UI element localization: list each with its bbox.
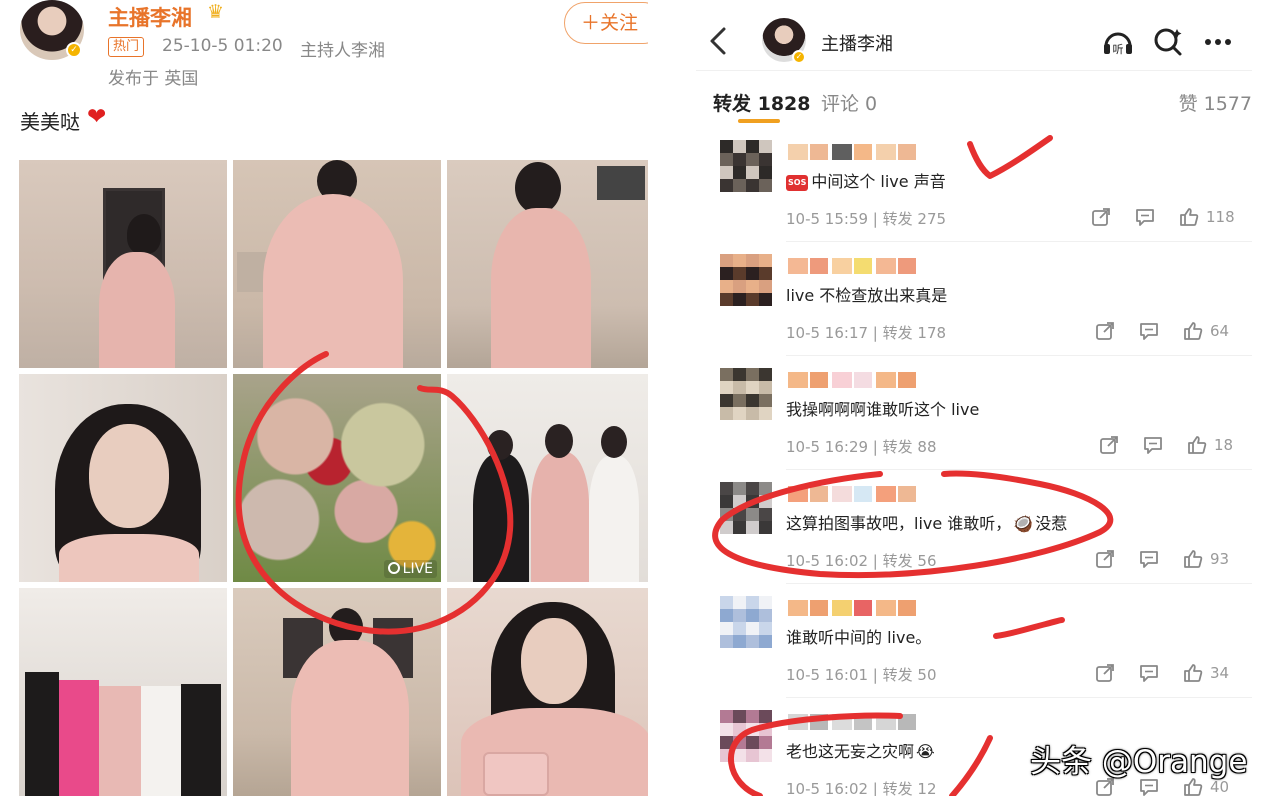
hot-tag: 热门 — [108, 37, 145, 57]
commenter-avatar[interactable] — [720, 596, 772, 648]
back-icon[interactable] — [708, 26, 728, 60]
repost-text-body: 老也这无妄之灾啊 — [786, 742, 915, 761]
tab-likes[interactable]: 赞 1577 — [1179, 89, 1252, 116]
share-icon[interactable] — [1090, 206, 1112, 228]
repost-text-body: live 不检查放出来真是 — [786, 286, 948, 305]
emoji-icon: 🥥 — [1013, 514, 1034, 533]
photo-pink-gown-street[interactable] — [233, 588, 441, 796]
repost-text: 我操啊啊啊谁敢听这个 live — [786, 396, 979, 420]
post-text: 美美哒 — [20, 110, 80, 134]
repost-text-body: 中间这个 live 声音 — [811, 172, 946, 191]
commenter-avatar[interactable] — [720, 710, 772, 762]
commenter-avatar[interactable] — [720, 254, 772, 306]
repost-text-body: 谁敢听中间的 live。 — [786, 628, 932, 647]
commenter-avatar[interactable] — [720, 140, 772, 192]
like-count: 18 — [1214, 436, 1234, 454]
tab-comment[interactable]: 评论 0 — [821, 89, 877, 116]
svg-text:听: 听 — [1113, 43, 1124, 56]
photo-pink-gown-doorway[interactable] — [19, 160, 227, 368]
follow-button[interactable]: ＋关注 — [564, 2, 648, 44]
post-source: 主持人李湘 — [300, 41, 385, 61]
share-icon[interactable] — [1098, 434, 1120, 456]
watermark: 头条 @Orange — [1030, 744, 1248, 780]
comment-icon[interactable] — [1138, 320, 1160, 342]
like-icon[interactable] — [1182, 320, 1204, 342]
like-count: 93 — [1210, 550, 1230, 568]
repost-meta: 10-5 16:02 | 转发 12 — [786, 780, 937, 796]
like-count: 34 — [1210, 664, 1230, 682]
post-time: 25-10-5 01:20 — [162, 36, 283, 56]
repost-row[interactable]: 谁敢听中间的 live。 10-5 16:01 | 转发 50 34 — [696, 584, 1252, 698]
photo-three-women[interactable] — [447, 374, 648, 582]
share-icon[interactable] — [1094, 320, 1116, 342]
repost-meta: 10-5 15:59 | 转发 275 — [786, 210, 947, 228]
like-icon[interactable] — [1186, 434, 1208, 456]
post-location: 发布于 英国 — [108, 69, 199, 89]
tab-bar: 转发 1828 评论 0 赞 1577 — [696, 70, 1252, 124]
comment-icon[interactable] — [1134, 206, 1156, 228]
comment-icon[interactable] — [1142, 434, 1164, 456]
repost-text-tail: 没惹 — [1035, 514, 1068, 533]
sos-icon: SOS — [786, 175, 809, 191]
photo-grid: LIVE — [19, 160, 648, 796]
crown-icon: ♛ — [207, 1, 225, 23]
commenter-name-blurred[interactable] — [788, 142, 928, 162]
photo-flowers-live[interactable]: LIVE — [233, 374, 441, 582]
repost-text: 老也这无妄之灾啊 😭 — [786, 738, 937, 762]
author-name[interactable]: 主播李湘 — [108, 2, 192, 32]
photo-group-event[interactable] — [19, 588, 227, 796]
more-icon[interactable] — [1200, 24, 1236, 60]
repost-text-body: 我操啊啊啊谁敢听这个 live — [786, 400, 980, 419]
share-icon[interactable] — [1094, 548, 1116, 570]
header-title: 主播李湘 — [821, 34, 893, 55]
repost-meta: 10-5 16:17 | 转发 178 — [786, 324, 947, 342]
repost-row[interactable]: live 不检查放出来真是 10-5 16:17 | 转发 178 64 — [696, 242, 1252, 356]
like-icon[interactable] — [1182, 662, 1204, 684]
comment-icon[interactable] — [1138, 662, 1160, 684]
repost-text-body: 这算拍图事故吧，live 谁敢听， — [786, 514, 1012, 533]
photo-pink-gown-walking[interactable] — [233, 160, 441, 368]
tab-active-indicator — [738, 119, 780, 123]
photo-portrait-smile[interactable] — [19, 374, 227, 582]
repost-row[interactable]: 我操啊啊啊谁敢听这个 live 10-5 16:29 | 转发 88 18 — [696, 356, 1252, 470]
photo-pink-gown-building[interactable] — [447, 160, 648, 368]
repost-meta: 10-5 16:01 | 转发 50 — [786, 666, 937, 684]
repost-text: 这算拍图事故吧，live 谁敢听， 🥥 没惹 — [786, 510, 1067, 534]
listen-icon[interactable]: 听 — [1100, 24, 1136, 60]
search-icon[interactable] — [1150, 24, 1186, 60]
commenter-avatar[interactable] — [720, 482, 772, 534]
repost-text: SOS 中间这个 live 声音 — [786, 168, 946, 192]
like-icon[interactable] — [1178, 206, 1200, 228]
commenter-name-blurred[interactable] — [788, 712, 928, 732]
live-photo-badge: LIVE — [383, 560, 437, 578]
repost-text: 谁敢听中间的 live。 — [786, 624, 931, 648]
share-icon[interactable] — [1094, 662, 1116, 684]
photo-portrait-handbag[interactable] — [447, 588, 648, 796]
tab-repost[interactable]: 转发 1828 — [713, 89, 811, 116]
repost-row[interactable]: 这算拍图事故吧，live 谁敢听， 🥥 没惹 10-5 16:02 | 转发 56 93 — [696, 470, 1252, 584]
comment-icon[interactable] — [1138, 548, 1160, 570]
weibo-post: ✓ 主播李湘 ♛ 热门 25-10-5 01:20 主持人李湘 发布于 英国 ＋… — [0, 0, 648, 796]
repost-row[interactable]: SOS 中间这个 live 声音 10-5 15:59 | 转发 275 118 — [696, 128, 1252, 242]
like-icon[interactable] — [1182, 548, 1204, 570]
commenter-name-blurred[interactable] — [788, 256, 928, 276]
commenter-name-blurred[interactable] — [788, 370, 928, 390]
repost-page: ✓ 主播李湘 听 转发 1828 评论 0 赞 1577 SOS 中间这个 liv… — [696, 0, 1280, 796]
like-count: 118 — [1206, 208, 1235, 226]
verified-badge-icon: ✓ — [66, 42, 82, 58]
commenter-name-blurred[interactable] — [788, 598, 928, 618]
repost-meta: 10-5 16:29 | 转发 88 — [786, 438, 937, 456]
like-count: 64 — [1210, 322, 1230, 340]
verified-badge-icon: ✓ — [792, 50, 806, 64]
repost-text: live 不检查放出来真是 — [786, 282, 947, 306]
commenter-avatar[interactable] — [720, 368, 772, 420]
emoji-icon: 😭 — [916, 742, 935, 761]
commenter-name-blurred[interactable] — [788, 484, 928, 504]
live-icon — [387, 562, 400, 574]
live-label: LIVE — [402, 561, 433, 577]
heart-icon: ❤ — [87, 104, 107, 130]
repost-meta: 10-5 16:02 | 转发 56 — [786, 552, 937, 570]
